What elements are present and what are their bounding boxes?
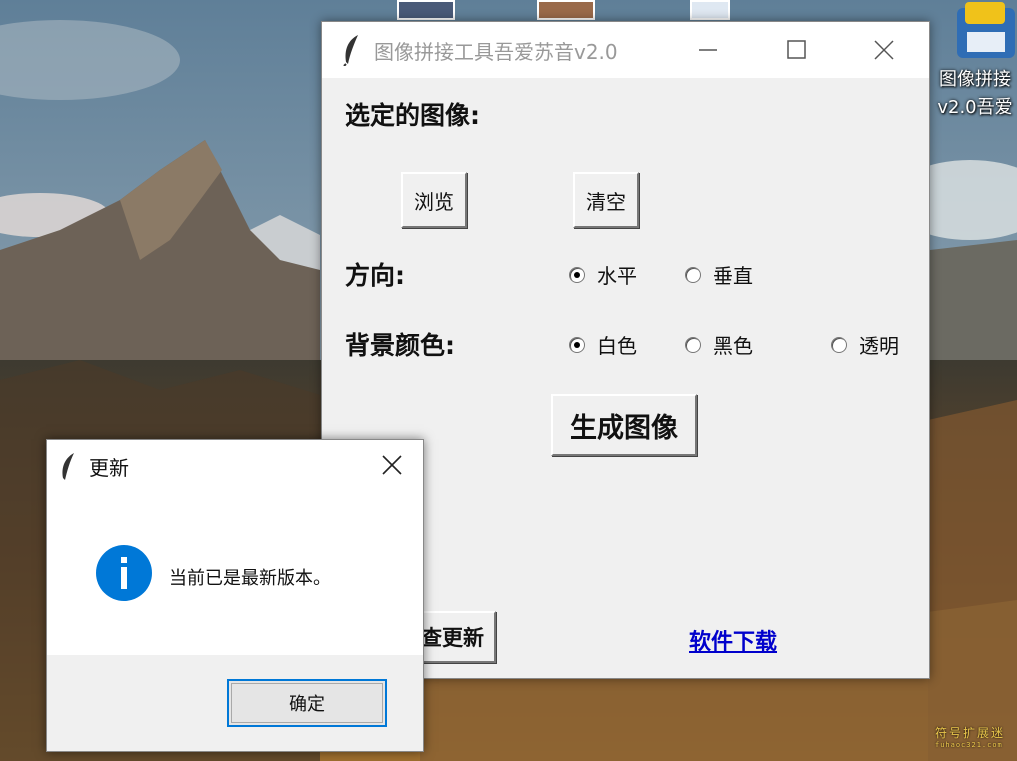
main-titlebar[interactable]: 图像拼接工具吾爱苏音v2.0 — [322, 22, 929, 78]
close-button[interactable] — [845, 22, 925, 78]
bg-color-label: 背景颜色: — [345, 331, 455, 360]
radio-dot — [831, 336, 847, 353]
minimize-icon — [699, 49, 717, 51]
close-icon — [382, 455, 402, 475]
generate-image-button[interactable]: 生成图像 — [551, 394, 697, 456]
direction-label: 方向: — [345, 261, 405, 290]
radio-black[interactable]: 黑色 — [685, 330, 753, 359]
selected-images-label: 选定的图像: — [345, 101, 480, 130]
browse-button[interactable]: 浏览 — [401, 172, 467, 228]
dialog-title: 更新 — [89, 456, 129, 480]
desktop-file-icon[interactable] — [690, 0, 730, 20]
app-desktop-icon-label: 图像拼接 v2.0吾爱 — [937, 69, 1013, 118]
check-update-label: 查更新 — [421, 626, 484, 650]
maximize-button[interactable] — [757, 22, 837, 78]
watermark-main: 符号扩展迷 — [934, 726, 1005, 740]
radio-transparent-label: 透明 — [859, 334, 899, 358]
desktop-file-icon[interactable] — [537, 0, 595, 20]
info-icon — [96, 545, 152, 601]
ok-button[interactable]: 确定 — [227, 679, 387, 727]
minimize-button[interactable] — [668, 22, 748, 78]
radio-dot — [685, 266, 701, 283]
feather-icon — [62, 453, 74, 480]
radio-horizontal-label: 水平 — [597, 264, 637, 288]
dialog-close-button[interactable] — [373, 448, 413, 484]
dialog-message: 当前已是最新版本。 — [169, 568, 331, 589]
watermark: 符号扩展迷 fuhaoc321.com — [935, 724, 1005, 749]
close-icon — [874, 40, 894, 60]
radio-white-label: 白色 — [597, 334, 637, 358]
ok-button-label: 确定 — [289, 694, 325, 715]
radio-transparent[interactable]: 透明 — [831, 330, 899, 359]
update-dialog: 更新 当前已是最新版本。 确定 — [46, 439, 424, 752]
window-title: 图像拼接工具吾爱苏音v2.0 — [374, 40, 618, 64]
radio-horizontal[interactable]: 水平 — [569, 260, 637, 289]
feather-icon — [343, 35, 358, 66]
floppy-disk-icon — [957, 2, 1015, 58]
radio-dot-selected — [569, 266, 585, 283]
software-download-link[interactable]: 软件下载 — [689, 624, 777, 656]
radio-black-label: 黑色 — [713, 334, 753, 358]
watermark-sub: fuhaoc321.com — [934, 741, 1003, 749]
radio-vertical-label: 垂直 — [713, 264, 753, 288]
desktop-file-icon[interactable] — [397, 0, 455, 20]
radio-dot-selected — [569, 336, 585, 353]
radio-white[interactable]: 白色 — [569, 330, 637, 359]
clear-button[interactable]: 清空 — [573, 172, 639, 228]
maximize-icon — [787, 40, 806, 59]
radio-vertical[interactable]: 垂直 — [685, 260, 753, 289]
radio-dot — [685, 336, 701, 353]
dialog-footer: 确定 — [47, 655, 423, 751]
